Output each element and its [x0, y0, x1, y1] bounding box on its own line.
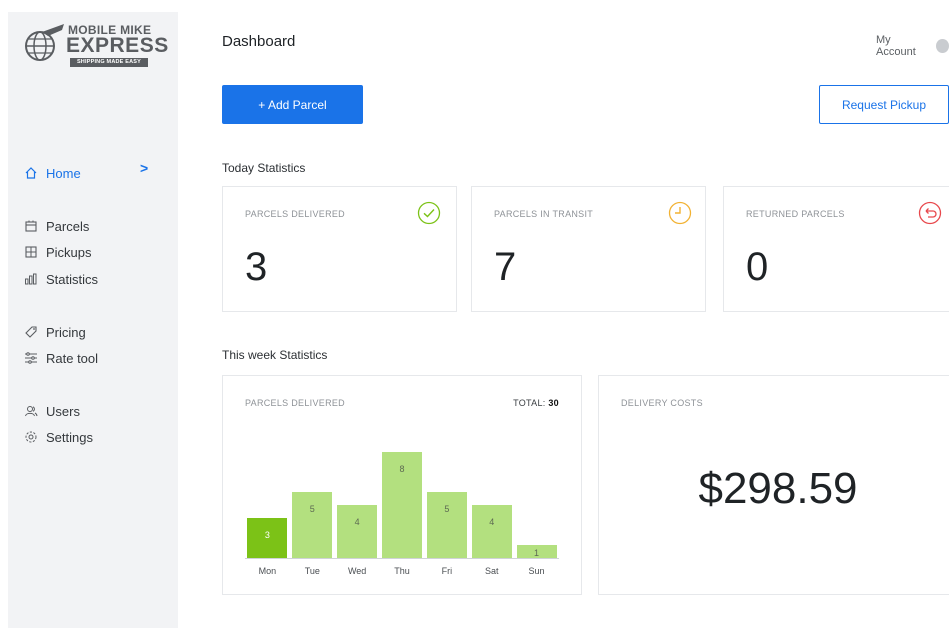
chart-category-label: Thu — [394, 566, 410, 576]
logo-line2: EXPRESS — [66, 34, 169, 57]
home-icon — [24, 166, 38, 180]
weekly-bar-chart: 3 Mon 5 Tue 4 Wed 8 Thu 5 Fri 4 Sat 1 Sun — [245, 434, 559, 584]
globe-plane-icon — [25, 24, 64, 61]
total-label: TOTAL: — [513, 398, 546, 408]
parcel-icon — [24, 219, 38, 233]
page-title: Dashboard — [222, 33, 296, 50]
chart-category-label: Sun — [528, 566, 545, 576]
chart-category-label: Tue — [304, 566, 320, 576]
weekly-delivered-card: PARCELS DELIVERED TOTAL: 30 3 Mon 5 Tue 4 Wed… — [222, 375, 582, 595]
statistics-icon — [24, 272, 38, 286]
chart-bar-sat — [471, 504, 512, 558]
chart-data-label: 8 — [399, 463, 405, 474]
parcels-delivered-card: PARCELS DELIVERED 3 — [222, 186, 457, 312]
return-icon — [918, 201, 942, 225]
sidebar-item-label: Parcels — [46, 218, 90, 234]
chart-data-label: 4 — [354, 516, 360, 527]
pickup-icon — [24, 245, 38, 259]
sidebar-item-pricing[interactable]: Pricing — [24, 322, 86, 342]
account-label: My Account — [876, 34, 916, 58]
chevron-right-icon: > — [140, 160, 149, 176]
company-logo[interactable]: MOBILE MIKE EXPRESS SHIPPING MADE EASY — [22, 22, 168, 68]
total-value: 30 — [548, 398, 559, 408]
total-count: TOTAL: 30 — [513, 398, 559, 408]
sidebar-item-pickups[interactable]: Pickups — [24, 242, 92, 262]
chart-category-label: Fri — [441, 566, 453, 576]
chart-baseline — [245, 558, 559, 559]
card-label: DELIVERY COSTS — [621, 398, 703, 408]
chart-data-label: 4 — [489, 516, 495, 527]
sidebar-item-label: Home — [46, 165, 81, 181]
tag-icon — [24, 325, 38, 339]
sidebar-item-rate-tool[interactable]: Rate tool — [24, 348, 98, 368]
sidebar-item-label: Pricing — [46, 324, 86, 340]
sidebar-item-label: Settings — [46, 429, 93, 445]
clock-icon — [668, 201, 692, 225]
chart-category-label: Wed — [347, 566, 367, 576]
chart-category-label: Sat — [484, 566, 499, 576]
account-menu[interactable]: My Account — [876, 34, 949, 58]
card-value: 7 — [494, 245, 517, 289]
sidebar-item-settings[interactable]: Settings — [24, 427, 93, 447]
chart-data-label: 1 — [534, 547, 540, 558]
returned-parcels-card: RETURNED PARCELS 0 — [723, 186, 949, 312]
avatar — [936, 39, 949, 53]
delivery-costs-card: DELIVERY COSTS $298.59 — [598, 375, 949, 595]
week-statistics-title: This week Statistics — [222, 348, 328, 362]
chart-bar-fri — [426, 491, 467, 558]
sidebar-item-parcels[interactable]: Parcels — [24, 216, 89, 236]
chart-data-label: 5 — [309, 503, 315, 514]
sidebar-item-statistics[interactable]: Statistics — [24, 269, 98, 289]
request-pickup-button[interactable]: Request Pickup — [819, 85, 949, 124]
card-label: RETURNED PARCELS — [746, 209, 845, 219]
chart-data-label: 5 — [444, 503, 450, 514]
chart-category-label: Mon — [258, 566, 277, 576]
card-value: 0 — [746, 245, 769, 289]
today-statistics-title: Today Statistics — [222, 161, 306, 175]
sidebar-item-label: Pickups — [46, 244, 92, 260]
chart-data-label: 3 — [264, 530, 270, 541]
card-label: PARCELS DELIVERED — [245, 398, 345, 408]
parcels-in-transit-card: PARCELS IN TRANSIT 7 — [471, 186, 706, 312]
card-label: PARCELS IN TRANSIT — [494, 209, 594, 219]
delivery-costs-value: $298.59 — [698, 464, 858, 513]
sidebar-item-home[interactable]: Home — [24, 163, 81, 183]
card-value: 3 — [245, 245, 268, 289]
sidebar-item-users[interactable]: Users — [24, 401, 80, 421]
sidebar-item-label: Users — [46, 403, 80, 419]
logo-tagline: SHIPPING MADE EASY — [70, 58, 148, 67]
gear-icon — [24, 430, 38, 444]
check-circle-icon — [417, 201, 441, 225]
add-parcel-button[interactable]: + Add Parcel — [222, 85, 363, 124]
sidebar: MOBILE MIKE EXPRESS SHIPPING MADE EASY — [8, 12, 178, 628]
sidebar-item-label: Rate tool — [46, 350, 99, 366]
chart-bar-tue — [292, 491, 333, 558]
chart-bar-wed — [337, 504, 378, 558]
sidebar-item-label: Statistics — [46, 271, 99, 287]
sliders-icon — [24, 351, 38, 365]
users-icon — [24, 404, 38, 418]
card-label: PARCELS DELIVERED — [245, 209, 345, 219]
